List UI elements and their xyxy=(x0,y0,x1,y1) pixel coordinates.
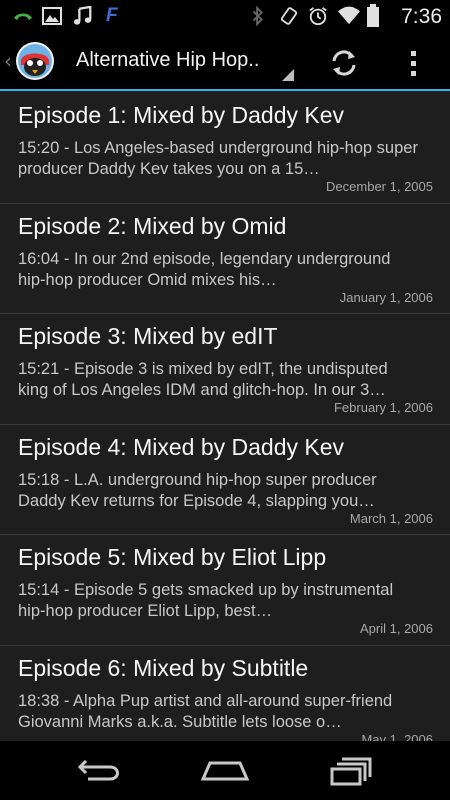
recent-apps-icon[interactable] xyxy=(328,755,374,787)
up-navigation-icon[interactable]: ‹ xyxy=(4,49,12,73)
status-time: 7:36 xyxy=(401,5,442,28)
f-app-icon: F xyxy=(106,5,118,26)
vibrate-icon xyxy=(280,7,298,25)
episode-item[interactable]: Episode 2: Mixed by Omid 16:04 - In our … xyxy=(0,204,450,314)
refresh-button[interactable] xyxy=(326,45,362,81)
episode-title: Episode 5: Mixed by Eliot Lipp xyxy=(18,544,327,570)
episode-date: December 1, 2005 xyxy=(326,179,433,194)
episode-item[interactable]: Episode 5: Mixed by Eliot Lipp 15:14 - E… xyxy=(0,535,450,646)
bluetooth-icon xyxy=(252,6,263,26)
episode-title: Episode 3: Mixed by edIT xyxy=(18,323,278,349)
nav-title[interactable]: Alternative Hip Hop.. xyxy=(76,49,259,72)
image-icon xyxy=(42,7,62,25)
episode-date: January 1, 2006 xyxy=(339,289,433,305)
episode-title: Episode 4: Mixed by Daddy Kev xyxy=(18,433,345,460)
episode-description: 15:20 - Los Angeles-based underground hi… xyxy=(18,139,418,178)
episode-title: Episode 6: Mixed by Subtitle xyxy=(18,654,309,681)
episode-list[interactable]: Episode 1: Mixed by Daddy Kev 15:20 - Lo… xyxy=(0,93,450,741)
app-logo-icon[interactable] xyxy=(15,41,55,81)
episode-item[interactable]: Episode 6: Mixed by Subtitle 18:38 - Alp… xyxy=(0,646,450,742)
phone-icon xyxy=(14,13,32,20)
episode-description: 15:14 - Episode 5 gets smacked up by ins… xyxy=(18,581,394,620)
episode-description: 15:18 - L.A. underground hip-hop super p… xyxy=(18,470,377,510)
episode-item[interactable]: Episode 3: Mixed by edIT 15:21 - Episode… xyxy=(0,314,450,425)
episode-title: Episode 2: Mixed by Omid xyxy=(18,212,287,239)
episode-title: Episode 1: Mixed by Daddy Kev xyxy=(18,102,345,128)
system-nav-bar xyxy=(0,741,450,800)
episode-description: 15:21 - Episode 3 is mixed by edIT, the … xyxy=(18,360,388,399)
alarm-icon xyxy=(309,7,327,26)
overflow-menu-button[interactable] xyxy=(402,45,426,81)
back-icon[interactable] xyxy=(76,755,124,785)
action-bar: ‹ Alternative Hip Hop.. xyxy=(0,33,450,91)
status-bar: F 7:36 xyxy=(0,0,450,33)
battery-icon xyxy=(367,4,379,27)
episode-item[interactable]: Episode 1: Mixed by Daddy Kev 15:20 - Lo… xyxy=(0,93,450,204)
episode-date: May 1, 2006 xyxy=(361,731,433,742)
episode-date: March 1, 2006 xyxy=(349,510,433,526)
episode-date: February 1, 2006 xyxy=(333,400,433,415)
episode-description: 18:38 - Alpha Pup artist and all-around … xyxy=(18,691,393,731)
episode-date: April 1, 2006 xyxy=(360,621,433,636)
wifi-icon xyxy=(338,6,360,25)
episode-item[interactable]: Episode 4: Mixed by Daddy Kev 15:18 - L.… xyxy=(0,425,450,535)
music-note-icon xyxy=(73,6,92,25)
episode-description: 16:04 - In our 2nd episode, legendary un… xyxy=(18,249,391,289)
home-icon[interactable] xyxy=(200,755,250,785)
screen: F 7:36 ‹ Alternative Hip Hop.. Episode 1… xyxy=(0,0,450,800)
dropdown-indicator-icon[interactable] xyxy=(282,69,294,81)
